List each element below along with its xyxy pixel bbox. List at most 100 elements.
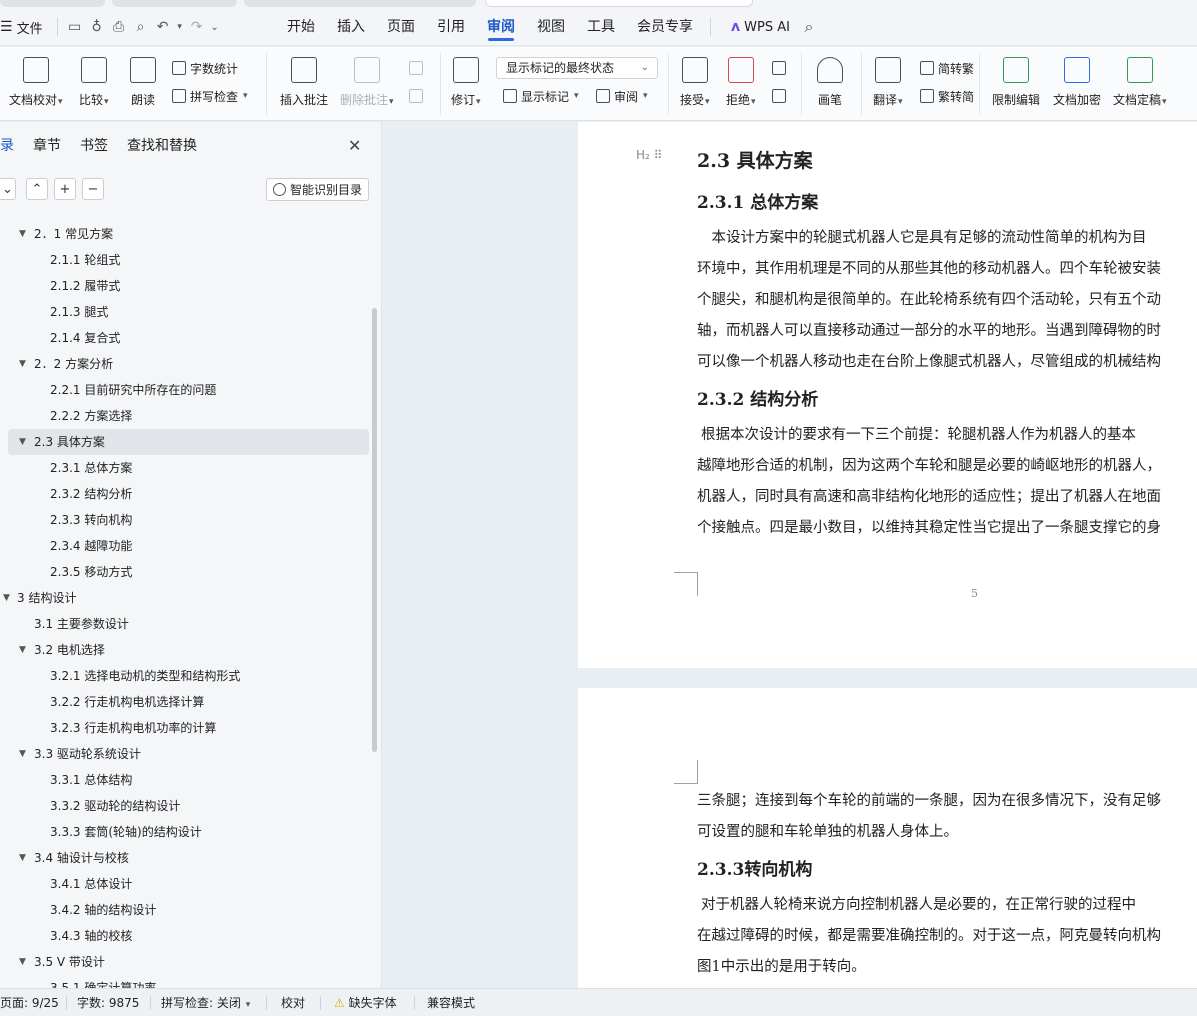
toc-item[interactable]: 3.3.3 套筒(轮轴)的结构设计 xyxy=(0,819,372,845)
document-page[interactable]: H₂ ⠿ 2.3 具体方案 2.3.1 总体方案 本设计方案中的轮腿式机器人它是… xyxy=(578,122,1197,668)
paragraph-line[interactable]: 三条腿；连接到每个车轮的前端的一条腿，因为在很多情况下，没有足够 xyxy=(697,789,1197,810)
prev-comment-button[interactable] xyxy=(409,58,423,78)
read-aloud-button[interactable]: 朗读 xyxy=(130,47,156,108)
tab-review[interactable]: 审阅 xyxy=(476,12,526,42)
collapse-all-icon[interactable]: ⌄ xyxy=(0,178,16,200)
heading-3[interactable]: 2.3.3转向机构 xyxy=(697,855,1197,880)
toc-item[interactable]: 2.3.3 转向机构 xyxy=(0,507,372,533)
ink-button[interactable]: 画笔 xyxy=(817,47,843,108)
expand-triangle-icon[interactable]: ▼ xyxy=(19,637,26,663)
toc-item[interactable]: 2.1.3 腿式 xyxy=(0,299,372,325)
encrypt-button[interactable]: 文档加密 xyxy=(1053,47,1101,108)
toc-item[interactable]: 2.2.1 目前研究中所存在的问题 xyxy=(0,377,372,403)
nav-tab-find-replace[interactable]: 查找和替换 xyxy=(127,135,197,157)
paragraph-line[interactable]: 可设置的腿和车轮单独的机器人身体上。 xyxy=(697,820,1197,841)
search-icon[interactable]: ⌕ xyxy=(798,16,820,38)
toc-item[interactable]: ▼ 2．1 常见方案 xyxy=(0,221,372,247)
smart-toc-button[interactable]: 智能识别目录 xyxy=(266,178,369,201)
toc-item[interactable]: 3.4.1 总体设计 xyxy=(0,871,372,897)
spell-check-button[interactable]: 拼写检查 ▾ xyxy=(172,86,248,106)
paragraph-line[interactable]: 个腿尖，和腿机构是很简单的。在此轮椅系统有四个活动轮，只有五个动 xyxy=(697,288,1197,309)
toc-item[interactable]: 2.1.1 轮组式 xyxy=(0,247,372,273)
word-count-indicator[interactable]: 字数: 9875 xyxy=(77,994,139,1011)
window-tab-active[interactable] xyxy=(485,0,753,7)
proof-button[interactable]: 校对 xyxy=(281,994,305,1011)
toc-item[interactable]: 2.1.4 复合式 xyxy=(0,325,372,351)
toc-item[interactable]: 2.3.2 结构分析 xyxy=(0,481,372,507)
doc-check-button[interactable]: 文档校对▾ xyxy=(9,47,63,108)
delete-comment-button[interactable]: 删除批注▾ xyxy=(340,47,394,108)
missing-font-button[interactable]: ⚠ 缺失字体 xyxy=(334,994,397,1011)
toc-item[interactable]: ▼ 3.2 电机选择 xyxy=(0,637,372,663)
tab-tools[interactable]: 工具 xyxy=(576,12,626,42)
toc-item[interactable]: 3.2.2 行走机构电机选择计算 xyxy=(0,689,372,715)
toc-item[interactable]: ▼ 2．2 方案分析 xyxy=(0,351,372,377)
paragraph-line[interactable]: 图1中示出的是用于转向。 xyxy=(697,955,1197,976)
print-preview-icon[interactable]: ⌕ xyxy=(130,16,152,38)
next-comment-button[interactable] xyxy=(409,86,423,106)
toc-item[interactable]: 2.3.4 越障功能 xyxy=(0,533,372,559)
toc-item[interactable]: ▼ 3 结构设计 xyxy=(0,585,372,611)
export-icon[interactable]: ♁ xyxy=(86,16,108,38)
paragraph-line[interactable]: 机器人，同时具有高速和高非结构化地形的适应性；提出了机器人在地面 xyxy=(697,485,1197,506)
toc-item[interactable]: ▼ 3.5 V 带设计 xyxy=(0,949,372,975)
expand-triangle-icon[interactable]: ▼ xyxy=(19,429,26,455)
spell-check-status[interactable]: 拼写检查: 关闭 ▾ xyxy=(161,994,250,1011)
heading-level-marker[interactable]: H₂ ⠿ xyxy=(636,148,662,162)
compare-button[interactable]: 比较▾ xyxy=(79,47,109,108)
expand-triangle-icon[interactable]: ▼ xyxy=(19,221,26,247)
toc-item[interactable]: 2.1.2 履带式 xyxy=(0,273,372,299)
remove-heading-icon[interactable]: − xyxy=(82,178,104,200)
paragraph-line[interactable]: 对于机器人轮椅来说方向控制机器人是必要的，在正常行驶的过程中 xyxy=(701,893,1197,914)
paragraph-line[interactable]: 个接触点。四是最小数目，以维持其稳定性当它提出了一条腿支撑它的身 xyxy=(697,516,1197,537)
heading-3[interactable]: 2.3.1 总体方案 xyxy=(697,188,1197,213)
toc-item[interactable]: ▼ 3.4 轴设计与校核 xyxy=(0,845,372,871)
toc-item[interactable]: ▼ 3.3 驱动轮系统设计 xyxy=(0,741,372,767)
nav-tab-bookmarks[interactable]: 书签 xyxy=(80,135,108,157)
sidebar-scrollbar[interactable] xyxy=(372,308,377,752)
track-changes-button[interactable]: 修订▾ xyxy=(451,47,481,108)
heading-3[interactable]: 2.3.2 结构分析 xyxy=(697,385,1197,410)
toc-item[interactable]: 3.3.1 总体结构 xyxy=(0,767,372,793)
expand-triangle-icon[interactable]: ▼ xyxy=(19,741,26,767)
show-markup-button[interactable]: 显示标记 ▾ xyxy=(503,86,579,106)
word-count-button[interactable]: 字数统计 xyxy=(172,58,238,78)
paragraph-line[interactable]: 环境中，其作用机理是不同的从那些其他的移动机器人。四个车轮被安装 xyxy=(697,257,1197,278)
expand-triangle-icon[interactable]: ▼ xyxy=(19,351,26,377)
print-icon[interactable]: ⎙ xyxy=(108,16,130,38)
toc-item[interactable]: 3.2.3 行走机构电机功率的计算 xyxy=(0,715,372,741)
to-traditional-button[interactable]: 简转繁 xyxy=(920,58,974,78)
tab-view[interactable]: 视图 xyxy=(526,12,576,42)
paragraph-line[interactable]: 越障地形合适的机制，因为这两个车轮和腿是必要的崎岖地形的机器人， xyxy=(697,454,1197,475)
toc-item[interactable]: ▼ 2.3 具体方案 xyxy=(8,429,369,455)
prev-change-button[interactable] xyxy=(772,58,786,78)
tab-insert[interactable]: 插入 xyxy=(326,12,376,42)
expand-triangle-icon[interactable]: ▼ xyxy=(3,585,10,611)
toc-item[interactable]: 3.4.2 轴的结构设计 xyxy=(0,897,372,923)
toc-item[interactable]: 2.3.5 移动方式 xyxy=(0,559,372,585)
paragraph-line[interactable]: 在越过障碍的时候，都是需要准确控制的。对于这一点，阿克曼转向机构 xyxy=(697,924,1197,945)
promote-level-icon[interactable]: ⌃ xyxy=(26,178,48,200)
next-change-button[interactable] xyxy=(772,86,786,106)
paragraph-line[interactable]: 根据本次设计的要求有一下三个前提：轮腿机器人作为机器人的基本 xyxy=(701,423,1197,444)
to-simplified-button[interactable]: 繁转简 xyxy=(920,86,974,106)
toc-item[interactable]: 3.3.2 驱动轮的结构设计 xyxy=(0,793,372,819)
window-tab[interactable] xyxy=(244,0,476,7)
chevron-down-icon[interactable]: ▾ xyxy=(174,16,186,38)
expand-triangle-icon[interactable]: ▼ xyxy=(19,949,26,975)
add-heading-icon[interactable]: + xyxy=(54,178,76,200)
tab-home[interactable]: 开始 xyxy=(276,12,326,42)
review-pane-button[interactable]: 审阅 ▾ xyxy=(596,86,648,106)
nav-tab-chapters[interactable]: 章节 xyxy=(33,135,61,157)
paragraph-line[interactable]: 本设计方案中的轮腿式机器人它是具有足够的流动性简单的机构为目 xyxy=(697,226,1197,247)
accept-button[interactable]: 接受▾ xyxy=(680,47,710,108)
undo-icon[interactable]: ↶ xyxy=(152,16,174,38)
markup-state-select[interactable]: 显示标记的最终状态 ⌄ xyxy=(496,57,658,79)
save-icon[interactable]: ▭ xyxy=(64,16,86,38)
page-indicator[interactable]: 页面: 9/25 xyxy=(0,994,59,1011)
translate-button[interactable]: 翻译▾ xyxy=(873,47,903,108)
paragraph-line[interactable]: 轴，而机器人可以直接移动通过一部分的水平的地形。当遇到障碍物的时 xyxy=(697,319,1197,340)
drag-handle-icon[interactable]: ⠿ xyxy=(654,148,663,162)
tab-page[interactable]: 页面 xyxy=(376,12,426,42)
window-tab[interactable] xyxy=(112,0,237,7)
